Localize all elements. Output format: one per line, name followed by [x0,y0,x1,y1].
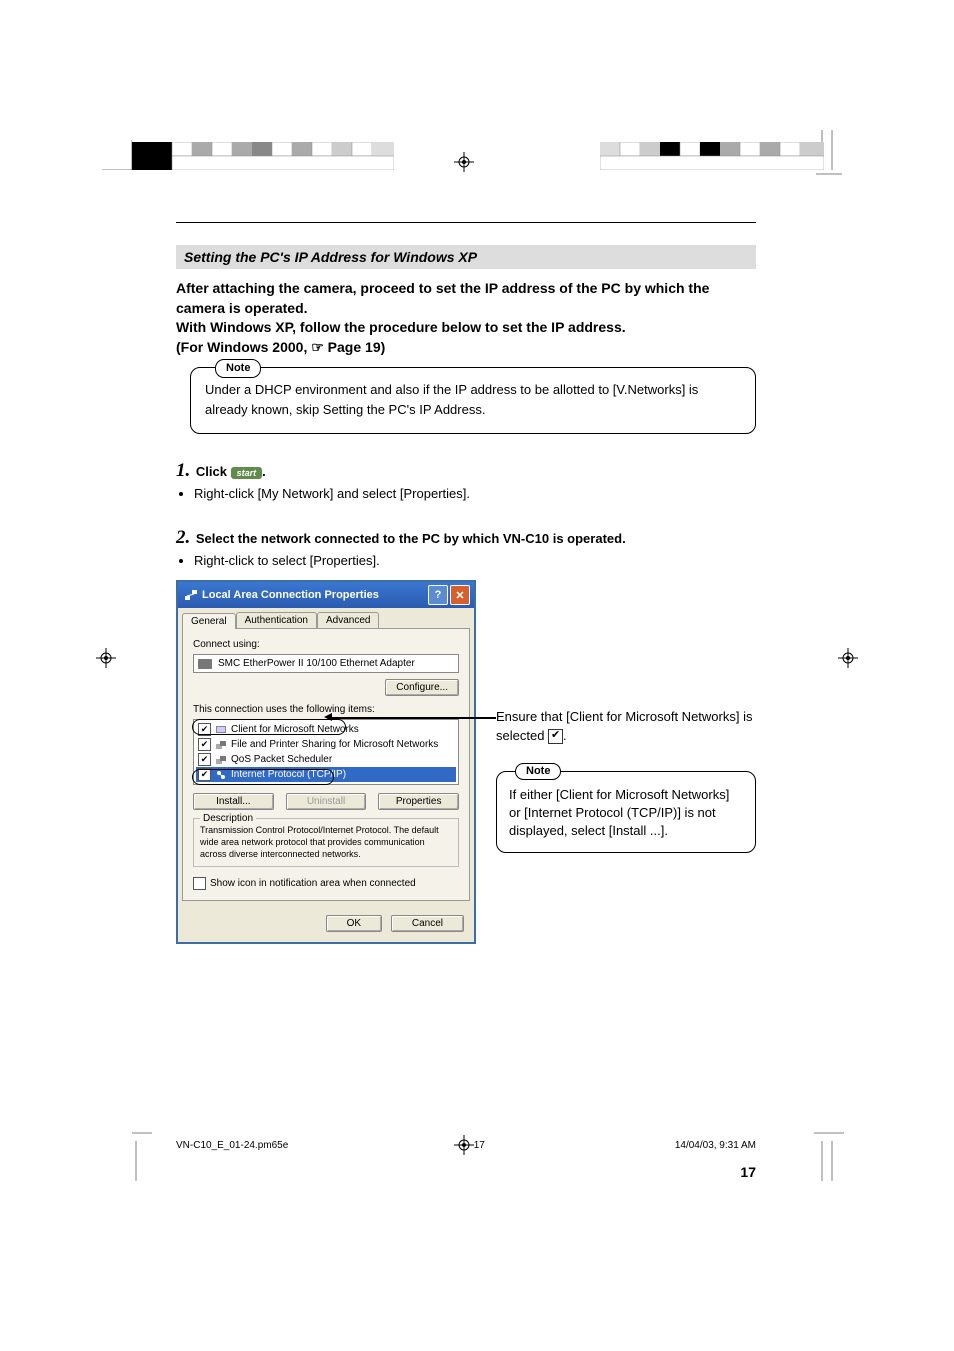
print-ruler [600,142,824,170]
footer-filename: VN-C10_E_01-24.pm65e [176,1140,474,1151]
step-1-head-a: Click [196,464,231,479]
step-1-head: Click start. [196,464,266,479]
step-1-number: 1. [176,460,190,481]
footer-page: 17 [474,1140,485,1151]
show-icon-label: Show icon in notification area when conn… [210,878,416,889]
note-2-text: If either [Client for Microsoft Networks… [509,786,743,841]
adapter-field: SMC EtherPower II 10/100 Ethernet Adapte… [193,654,459,673]
step-1: 1. Click start. Right-click [My Network]… [176,460,756,501]
list-item[interactable]: ✔ Client for Microsoft Networks [196,722,456,737]
registration-mark-icon [838,648,858,668]
connection-icon [184,588,198,602]
footer-slug: VN-C10_E_01-24.pm65e 17 14/04/03, 9:31 A… [176,1140,756,1151]
tab-authentication[interactable]: Authentication [236,612,317,628]
footer-datetime: 14/04/03, 9:31 AM [675,1140,756,1151]
show-icon-row: Show icon in notification area when conn… [193,877,459,890]
note-box-2: Note If either [Client for Microsoft Net… [496,771,756,854]
note-1-text: Under a DHCP environment and also if the… [205,380,741,419]
tab-general[interactable]: General [182,613,236,629]
checkbox[interactable]: ✔ [198,753,211,766]
print-ruler [132,142,394,170]
intro-text: After attaching the camera, proceed to s… [176,279,756,357]
crop-mark [92,1131,152,1181]
protocol-icon [215,769,227,781]
step-2-bullet: Right-click to select [Properties]. [194,553,756,568]
dialog-body: Connect using: SMC EtherPower II 10/100 … [182,628,470,901]
ensure-text-b: . [563,728,567,743]
nic-icon [198,659,212,669]
intro-line-2: With Windows XP, follow the procedure be… [176,318,756,338]
item-label: Client for Microsoft Networks [231,724,359,735]
registration-mark-icon [454,152,474,172]
dialog-tabs: General Authentication Advanced [178,608,474,628]
pointer-icon: ☞ [311,338,324,358]
callout-arrow [328,717,496,719]
checkbox[interactable]: ✔ [198,738,211,751]
uninstall-button[interactable]: Uninstall [286,793,367,810]
section-title: Setting the PC's IP Address for Windows … [176,245,756,269]
items-listbox[interactable]: ✔ Client for Microsoft Networks ✔ File a… [193,719,459,785]
ok-button[interactable]: OK [326,915,382,932]
item-label: QoS Packet Scheduler [231,754,332,765]
dialog-footer: OK Cancel [178,905,474,942]
checkbox[interactable]: ✔ [198,723,211,736]
client-icon [215,724,227,736]
page-number: 17 [176,1164,756,1180]
step-1-bullet: Right-click [My Network] and select [Pro… [194,486,756,501]
configure-button[interactable]: Configure... [385,679,459,696]
cancel-button[interactable]: Cancel [391,915,464,932]
dialog-screenshot: Local Area Connection Properties ? ✕ Gen… [176,580,476,944]
item-label: Internet Protocol (TCP/IP) [231,769,346,780]
show-icon-checkbox[interactable] [193,877,206,890]
step-2-number: 2. [176,527,190,548]
adapter-name: SMC EtherPower II 10/100 Ethernet Adapte… [218,658,415,669]
note-label: Note [515,763,561,780]
step-2-head: Select the network connected to the PC b… [196,531,626,546]
list-item[interactable]: ✔ Internet Protocol (TCP/IP) [196,767,456,782]
dialog-title: Local Area Connection Properties [202,589,379,601]
note-label: Note [215,359,261,378]
start-button[interactable]: start [231,467,263,479]
ensure-text-a: Ensure that [Client for Microsoft Networ… [496,709,752,742]
checkbox[interactable]: ✔ [198,768,211,781]
arrow-head-icon [324,713,332,721]
ensure-text: Ensure that [Client for Microsoft Networ… [496,708,756,744]
item-label: File and Printer Sharing for Microsoft N… [231,739,438,750]
intro-3a: (For Windows 2000, [176,339,311,355]
intro-line-1: After attaching the camera, proceed to s… [176,279,756,318]
tab-advanced[interactable]: Advanced [317,612,379,628]
connect-using-label: Connect using: [193,639,459,650]
description-text: Transmission Control Protocol/Internet P… [200,825,439,858]
help-button[interactable]: ? [428,585,448,605]
side-column: Ensure that [Client for Microsoft Networ… [496,580,756,944]
registration-mark-icon [96,648,116,668]
step-1-head-b: . [262,464,266,479]
properties-dialog: Local Area Connection Properties ? ✕ Gen… [176,580,476,944]
properties-button[interactable]: Properties [378,793,459,810]
step-2: 2. Select the network connected to the P… [176,527,756,568]
note-box-1: Note Under a DHCP environment and also i… [190,367,756,434]
crop-mark [814,1131,844,1181]
top-rule [176,222,756,223]
crop-mark [92,130,132,170]
list-item[interactable]: ✔ QoS Packet Scheduler [196,752,456,767]
dialog-titlebar: Local Area Connection Properties ? ✕ [178,582,474,608]
checkbox-icon: ✔ [548,729,563,744]
intro-3b: Page 19) [324,339,385,355]
service-icon [215,739,227,751]
description-fieldset: Description Transmission Control Protoco… [193,818,459,867]
service-icon [215,754,227,766]
list-item[interactable]: ✔ File and Printer Sharing for Microsoft… [196,737,456,752]
description-legend: Description [200,812,256,825]
close-button[interactable]: ✕ [450,585,470,605]
install-button[interactable]: Install... [193,793,274,810]
intro-line-3: (For Windows 2000, ☞ Page 19) [176,338,756,358]
page-content: Setting the PC's IP Address for Windows … [176,222,756,1140]
